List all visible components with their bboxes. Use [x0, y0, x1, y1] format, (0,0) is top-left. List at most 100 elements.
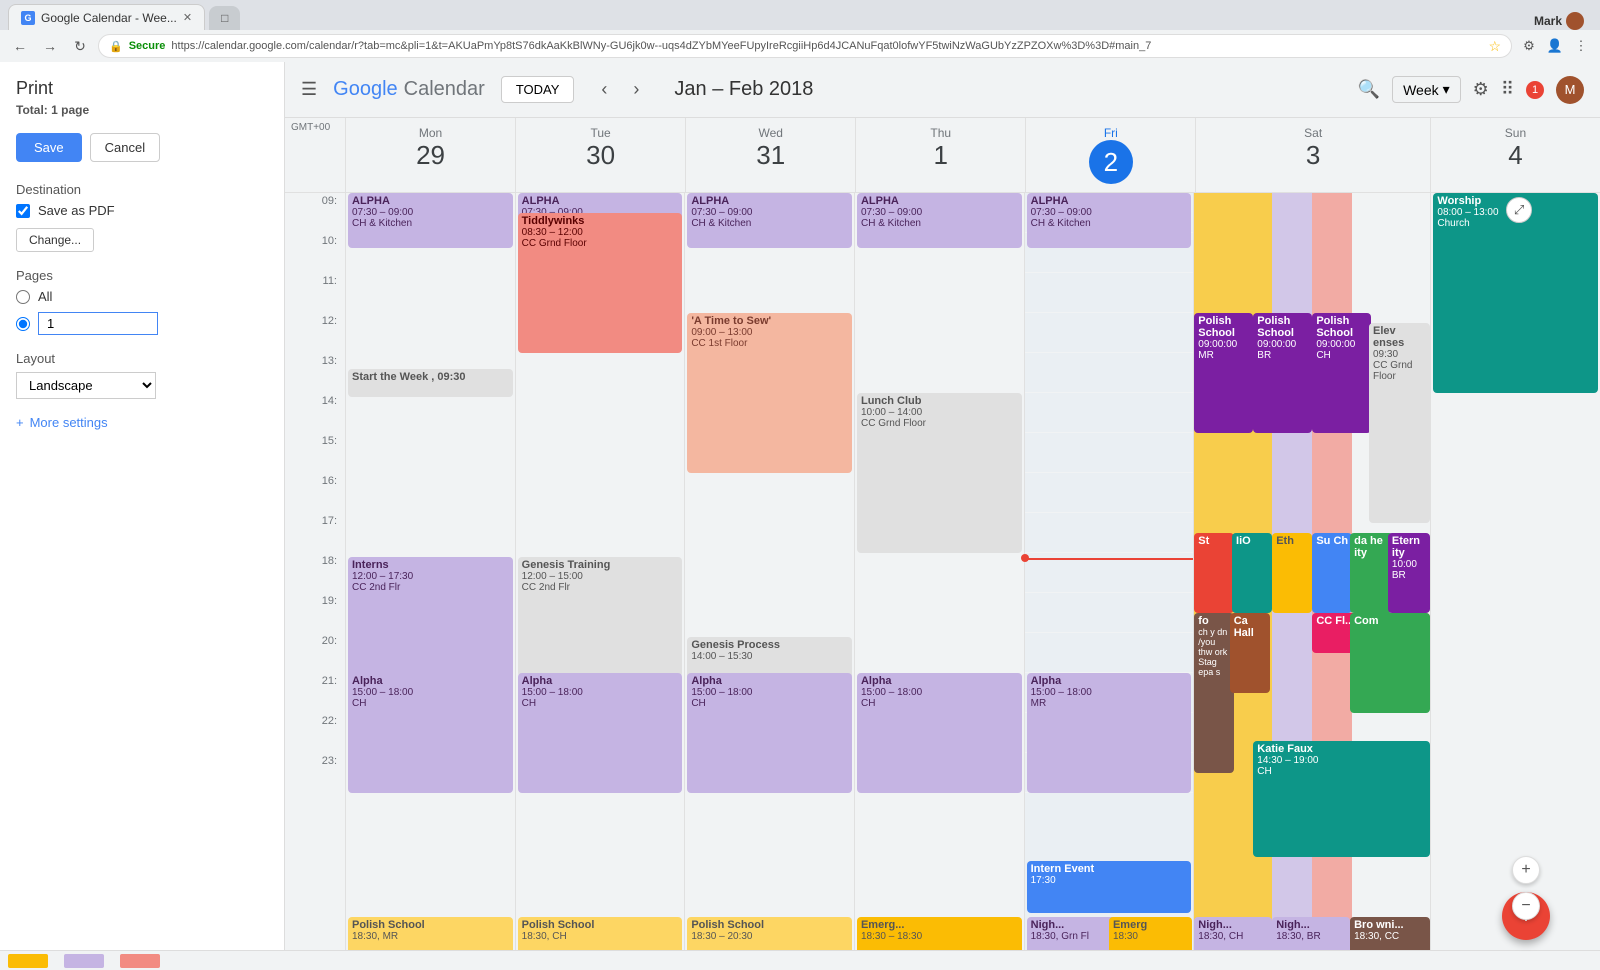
event-tiddlywinks-tue[interactable]: Tiddlywinks 08:30 – 12:00 CC Grnd Floor — [518, 213, 683, 353]
event-ioc-sat[interactable]: IiO — [1232, 533, 1272, 613]
day-col-tue[interactable]: ALPHA 07:30 – 09:00 CH & Kitchen Tiddlyw… — [515, 193, 685, 970]
zoom-in-button[interactable]: + — [1512, 856, 1540, 884]
event-loc: CC 1st Floor — [691, 338, 848, 349]
day-col-wed[interactable]: ALPHA 07:30 – 09:00 CH & Kitchen 'A Time… — [684, 193, 854, 970]
browser-nav: ← → ↻ 🔒 Secure https://calendar.google.c… — [0, 30, 1600, 62]
event-time: 12:00 – 15:00 — [522, 571, 679, 582]
event-alpha2-thu[interactable]: Alpha 15:00 – 18:00 CH — [857, 673, 1022, 793]
event-alpha2-fri[interactable]: Alpha 15:00 – 18:00 MR — [1027, 673, 1192, 793]
event-title: Polish School — [691, 919, 848, 931]
prev-week-button[interactable]: ‹ — [590, 76, 618, 104]
event-title: da he ity — [1354, 535, 1389, 559]
refresh-button[interactable]: ↻ — [68, 34, 92, 58]
hour-line — [1431, 433, 1600, 473]
event-elev-sat[interactable]: Elev enses 09:30 CC Grnd Floor — [1369, 323, 1430, 523]
event-alpha-wed[interactable]: ALPHA 07:30 – 09:00 CH & Kitchen — [687, 193, 852, 248]
event-time: 18:30 – 18:30 — [861, 931, 1018, 942]
event-da-sat[interactable]: da he ity — [1350, 533, 1393, 613]
event-title: ALPHA — [1031, 195, 1188, 207]
google-logo-text: Google — [333, 78, 398, 101]
layout-select[interactable]: Portrait Landscape — [16, 372, 156, 399]
event-genesis-training-tue[interactable]: Genesis Training 12:00 – 15:00 CC 2nd Fl… — [518, 557, 683, 677]
event-eth-sat[interactable]: Eth — [1272, 533, 1312, 613]
custom-pages-radio[interactable] — [16, 317, 30, 331]
event-lunch-thu[interactable]: Lunch Club 10:00 – 14:00 CC Grnd Floor — [857, 393, 1022, 553]
apps-grid-icon[interactable]: ⠿ — [1501, 79, 1514, 100]
time-column: 09: 10: 11: 12: 13: 14: 15: 16: 17: 18: … — [285, 193, 345, 970]
pages-input[interactable] — [38, 312, 158, 335]
event-sew-wed[interactable]: 'A Time to Sew' 09:00 – 13:00 CC 1st Flo… — [687, 313, 852, 473]
menu-icon[interactable]: ⋮ — [1570, 35, 1592, 57]
event-polish1-sat[interactable]: Polish School 09:00:00 MR — [1194, 313, 1253, 433]
user-avatar[interactable]: M — [1556, 76, 1584, 104]
pages-row: Pages All — [16, 268, 268, 335]
zoom-out-button[interactable]: − — [1512, 892, 1540, 920]
extensions-icon[interactable]: ⚙ — [1518, 35, 1540, 57]
event-intern-fri[interactable]: Intern Event 17:30 — [1027, 861, 1192, 913]
hour-line — [1025, 473, 1194, 513]
more-settings-label[interactable]: More settings — [30, 415, 108, 430]
event-title: Lunch Club — [861, 395, 1018, 407]
save-button[interactable]: Save — [16, 133, 82, 162]
event-katie-sat[interactable]: Katie Faux 14:30 – 19:00 CH — [1253, 741, 1430, 857]
day-col-mon[interactable]: ALPHA 07:30 – 09:00 CH & Kitchen Start t… — [345, 193, 515, 970]
search-icon[interactable]: 🔍 — [1358, 79, 1380, 100]
today-button[interactable]: TODAY — [501, 76, 575, 103]
day-col-sun[interactable]: Worship 08:00 – 13:00 Church ⤢ + + − — [1430, 193, 1600, 970]
change-button[interactable]: Change... — [16, 228, 94, 252]
event-title: Genesis Training — [522, 559, 679, 571]
event-polish3-sat[interactable]: Polish School 09:00:00 CH — [1312, 313, 1371, 433]
pages-radio-group: All — [16, 289, 268, 335]
forward-button[interactable]: → — [38, 34, 62, 58]
time-slot-15: 15: — [285, 433, 345, 473]
time-slot-19: 19: — [285, 593, 345, 633]
day-col-sat[interactable]: Polish School 09:00:00 MR Polish School … — [1193, 193, 1430, 970]
hamburger-menu-icon[interactable]: ☰ — [301, 79, 317, 100]
address-bar[interactable]: 🔒 Secure https://calendar.google.com/cal… — [98, 34, 1512, 58]
total-label: Total: — [16, 103, 48, 117]
settings-icon[interactable]: ⚙ — [1473, 79, 1489, 100]
notification-badge[interactable]: 1 — [1526, 81, 1544, 99]
event-worship-sun[interactable]: Worship 08:00 – 13:00 Church — [1433, 193, 1598, 393]
event-alpha2-mon[interactable]: Alpha 15:00 – 18:00 CH — [348, 673, 513, 793]
star-icon[interactable]: ☆ — [1488, 38, 1501, 55]
week-view-dropdown[interactable]: Week ▾ — [1392, 76, 1461, 103]
all-radio[interactable] — [16, 290, 30, 304]
hour-line — [346, 313, 515, 353]
cancel-button[interactable]: Cancel — [90, 133, 160, 162]
calendar-nav-buttons: ‹ › — [590, 76, 650, 104]
event-ca-sat[interactable]: Ca Hall — [1230, 613, 1270, 693]
expand-icon[interactable]: ⤢ — [1506, 197, 1532, 223]
day-col-fri[interactable]: ALPHA 07:30 – 09:00 CH & Kitchen Alpha 1… — [1024, 193, 1194, 970]
time-slot-22: 22: — [285, 713, 345, 753]
event-polish2-sat[interactable]: Polish School 09:00:00 BR — [1253, 313, 1312, 433]
event-start-week-mon[interactable]: Start the Week , 09:30 — [348, 369, 513, 397]
event-su-sat[interactable]: Su Ch — [1312, 533, 1352, 613]
event-alpha-thu[interactable]: ALPHA 07:30 – 09:00 CH & Kitchen — [857, 193, 1022, 248]
event-fo-sat[interactable]: fo ch y dn /you thw ork Stag epa s — [1194, 613, 1234, 773]
time-col-header: GMT+00 — [285, 118, 345, 192]
event-alpha2-tue[interactable]: Alpha 15:00 – 18:00 CH — [518, 673, 683, 793]
inactive-tab[interactable]: □ — [209, 6, 240, 30]
back-button[interactable]: ← — [8, 34, 32, 58]
save-as-pdf-checkbox[interactable] — [16, 204, 30, 218]
day-col-thu[interactable]: ALPHA 07:30 – 09:00 CH & Kitchen Lunch C… — [854, 193, 1024, 970]
active-tab[interactable]: G Google Calendar - Wee... ✕ — [8, 4, 205, 30]
user-icon[interactable]: 👤 — [1544, 35, 1566, 57]
event-step-sat[interactable]: St — [1194, 533, 1234, 613]
calendar-header: ☰ Google Calendar TODAY ‹ › Jan – Feb 20… — [285, 62, 1600, 118]
event-title: Tiddlywinks — [522, 215, 679, 227]
event-com-sat[interactable]: Com — [1350, 613, 1430, 713]
url-text[interactable]: https://calendar.google.com/calendar/r?t… — [171, 40, 1151, 52]
hour-line — [1431, 513, 1600, 553]
more-settings-row[interactable]: + More settings — [16, 415, 268, 430]
event-alpha-fri[interactable]: ALPHA 07:30 – 09:00 CH & Kitchen — [1027, 193, 1192, 248]
calendar-body: 09: 10: 11: 12: 13: 14: 15: 16: 17: 18: … — [285, 193, 1600, 970]
day-num-wed: 31 — [690, 140, 851, 171]
event-etern-sat[interactable]: Etern ity 10:00 BR — [1388, 533, 1431, 613]
next-week-button[interactable]: › — [622, 76, 650, 104]
time-slot-11: 11: — [285, 273, 345, 313]
event-alpha2-wed[interactable]: Alpha 15:00 – 18:00 CH — [687, 673, 852, 793]
tab-close-icon[interactable]: ✕ — [183, 11, 192, 24]
event-alpha-mon[interactable]: ALPHA 07:30 – 09:00 CH & Kitchen — [348, 193, 513, 248]
